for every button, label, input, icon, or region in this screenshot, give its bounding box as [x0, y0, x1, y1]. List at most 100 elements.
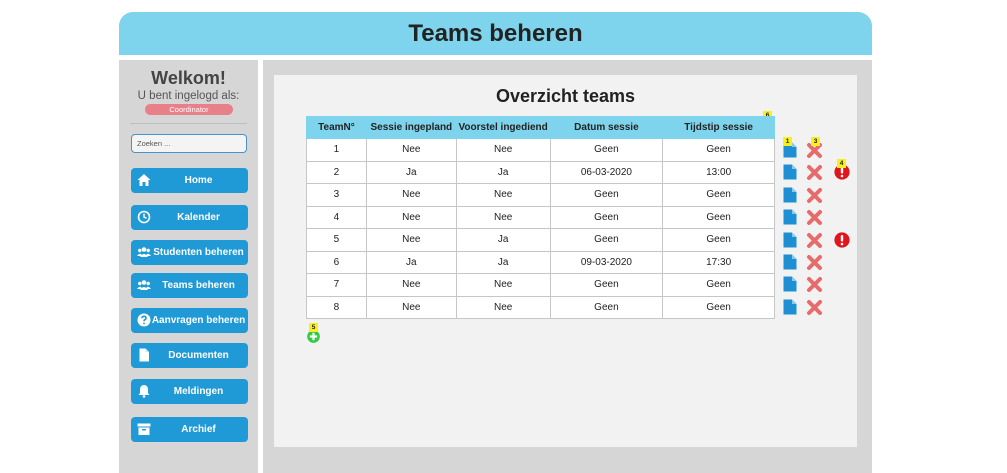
welcome-heading: Welkom! — [151, 68, 226, 88]
delete-icon[interactable] — [806, 299, 823, 316]
session-time-cell: Geen — [662, 295, 775, 319]
table-row: 1 Nee Nee Geen Geen — [306, 138, 775, 162]
session-time-cell: Geen — [662, 228, 775, 252]
delete-icon[interactable] — [806, 254, 823, 271]
session-planned-cell: Nee — [365, 205, 457, 229]
document-icon[interactable] — [783, 299, 797, 315]
session-date-cell: Geen — [549, 183, 664, 207]
sidebar-item-aanvragen-beheren[interactable]: Aanvragen beheren — [131, 308, 248, 333]
team-number-cell: 5 — [306, 228, 367, 252]
alert-icon[interactable] — [834, 231, 850, 248]
sidebar-item-label: Studenten beheren — [153, 247, 244, 258]
table-header-row: TeamN° Sessie ingepland Voorstel ingedie… — [306, 116, 775, 139]
sidebar-item-label: Teams beheren — [162, 280, 235, 291]
session-date-cell: Geen — [549, 295, 664, 319]
table-row: 5 Nee Ja Geen Geen — [306, 228, 775, 252]
delete-icon[interactable] — [806, 187, 823, 204]
overview-title: Overzicht teams — [495, 86, 636, 106]
session-planned-cell: Nee — [365, 295, 457, 319]
users-icon — [137, 247, 151, 257]
document-icon[interactable] — [783, 254, 797, 270]
proposal-submitted-cell: Nee — [455, 183, 551, 207]
team-number-cell: 4 — [306, 205, 367, 229]
sidebar-item-label: Kalender — [177, 212, 220, 223]
delete-badge: 3 — [811, 137, 820, 146]
session-time-cell: Geen — [662, 273, 775, 297]
session-time-cell: Geen — [662, 205, 775, 229]
delete-icon[interactable] — [806, 209, 823, 226]
session-time-cell: Geen — [662, 138, 775, 162]
session-date-cell: 06-03-2020 — [549, 160, 664, 184]
sidebar-item-studenten-beheren[interactable]: Studenten beheren — [131, 240, 248, 265]
table-row: 2 Ja Ja 06-03-2020 13:00 — [306, 160, 775, 184]
session-date-cell: Geen — [549, 205, 664, 229]
bell-icon — [138, 385, 150, 398]
team-number-cell: 8 — [306, 295, 367, 319]
sidebar-item-label: Archief — [181, 424, 216, 435]
session-time-cell: Geen — [662, 183, 775, 207]
team-number-cell: 3 — [306, 183, 367, 207]
document-icon[interactable] — [783, 209, 797, 225]
page-title: Teams beheren — [408, 19, 583, 47]
team-number-cell: 2 — [306, 160, 367, 184]
sidebar-item-home[interactable]: Home — [131, 168, 248, 193]
column-header: Datum sessie — [549, 116, 664, 139]
delete-icon[interactable] — [806, 276, 823, 293]
table-row: 4 Nee Nee Geen Geen — [306, 205, 775, 229]
session-date-cell: 09-03-2020 — [549, 250, 664, 274]
session-planned-cell: Ja — [365, 250, 457, 274]
team-number-cell: 7 — [306, 273, 367, 297]
sidebar-item-label: Meldingen — [173, 386, 224, 397]
question-circle-icon — [137, 313, 151, 327]
document-badge: 1 — [783, 137, 792, 146]
table-row: 6 Ja Ja 09-03-2020 17:30 — [306, 250, 775, 274]
team-number-cell: 6 — [306, 250, 367, 274]
sidebar-item-teams-beheren[interactable]: Teams beheren — [131, 273, 248, 298]
document-icon[interactable] — [783, 232, 797, 248]
column-header: TeamN° — [306, 116, 367, 139]
delete-icon[interactable] — [806, 232, 823, 249]
proposal-submitted-cell: Nee — [455, 273, 551, 297]
session-time-cell: 17:30 — [662, 250, 775, 274]
clock-icon — [137, 210, 151, 224]
users-icon — [137, 280, 151, 290]
table-row: 8 Nee Nee Geen Geen — [306, 295, 775, 319]
document-icon[interactable] — [783, 276, 797, 292]
column-header: Tijdstip sessie — [662, 116, 775, 139]
session-planned-cell: Nee — [365, 138, 457, 162]
session-time-cell: 13:00 — [662, 160, 775, 184]
sidebar-item-label: Aanvragen beheren — [151, 315, 246, 326]
session-planned-cell: Nee — [365, 273, 457, 297]
page-header: Teams beheren — [119, 12, 872, 55]
proposal-submitted-cell: Nee — [455, 295, 551, 319]
sidebar-item-kalender[interactable]: Kalender — [131, 205, 248, 230]
main-content: Overzicht teams 6 TeamN° Sessie ingeplan… — [274, 75, 857, 447]
proposal-submitted-cell: Ja — [455, 250, 551, 274]
session-date-cell: Geen — [549, 138, 664, 162]
alert-badge: 4 — [837, 159, 846, 168]
column-header: Voorstel ingediend — [455, 116, 551, 139]
sidebar-divider — [130, 123, 247, 124]
session-planned-cell: Nee — [365, 228, 457, 252]
sidebar-item-documenten[interactable]: Documenten — [131, 343, 248, 368]
sidebar-item-meldingen[interactable]: Meldingen — [131, 379, 248, 404]
session-planned-cell: Nee — [365, 183, 457, 207]
session-date-cell: Geen — [549, 273, 664, 297]
teams-table: TeamN° Sessie ingepland Voorstel ingedie… — [306, 116, 775, 319]
table-row: 3 Nee Nee Geen Geen — [306, 183, 775, 207]
logged-in-label: U bent ingelogd als: — [137, 90, 240, 102]
archive-icon — [137, 423, 151, 435]
document-icon[interactable] — [783, 164, 797, 180]
document-icon[interactable] — [783, 187, 797, 203]
session-planned-cell: Ja — [365, 160, 457, 184]
sidebar-item-archief[interactable]: Archief — [131, 417, 248, 442]
team-number-cell: 1 — [306, 138, 367, 162]
session-date-cell: Geen — [549, 228, 664, 252]
home-icon — [137, 174, 151, 186]
search-input[interactable] — [131, 134, 247, 153]
delete-icon[interactable] — [806, 164, 823, 181]
table-row: 7 Nee Nee Geen Geen — [306, 273, 775, 297]
role-badge: Coordinator — [145, 104, 233, 115]
proposal-submitted-cell: Ja — [455, 160, 551, 184]
column-header: Sessie ingepland — [365, 116, 457, 139]
